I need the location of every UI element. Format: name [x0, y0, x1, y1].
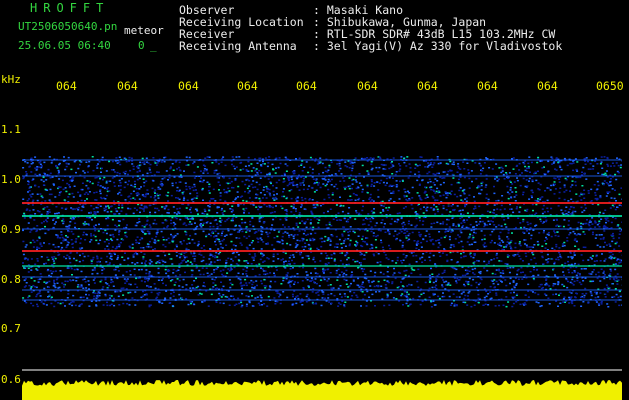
filename-label: UT2506050640.pn [18, 20, 118, 33]
noise-band [22, 156, 622, 308]
spectrogram-plot [22, 156, 622, 400]
y-tick-label: 0.9 [1, 223, 21, 236]
x-tick-label: 064 [237, 79, 258, 93]
y-tick-label: 0.8 [1, 273, 21, 286]
y-tick-label: 0.6 [1, 373, 21, 386]
x-tick-label: 064 [357, 79, 378, 93]
x-tick-label: 064 [417, 79, 438, 93]
header: HROFFT UT2506050640.pn meteor 25.06.05 0… [0, 0, 629, 75]
datetime-label: 25.06.05 06:40 [18, 39, 111, 52]
count-label: 0 [138, 39, 145, 52]
x-tick-label: 064 [117, 79, 138, 93]
y-tick-label: 1.1 [1, 123, 21, 136]
x-tick-label: 064 [178, 79, 199, 93]
mode-label: meteor [124, 24, 164, 37]
antenna-value: : 3el Yagi(V) Az 330 for Vladivostok [313, 39, 563, 53]
x-tick-label: 064 [56, 79, 77, 93]
x-tick-label: 064 [296, 79, 317, 93]
x-tick-label: 0650 [596, 79, 624, 93]
level-strip [22, 380, 622, 400]
y-tick-label: 1.0 [1, 173, 21, 186]
unit-label: kHz [1, 73, 21, 86]
x-tick-label: 064 [477, 79, 498, 93]
extra-label: _ [150, 39, 157, 52]
x-tick-label: 064 [537, 79, 558, 93]
app-logo: HROFFT [30, 1, 110, 15]
antenna-key: Receiving Antenna [179, 39, 297, 53]
y-tick-label: 0.7 [1, 322, 21, 335]
spectrogram [22, 98, 622, 400]
